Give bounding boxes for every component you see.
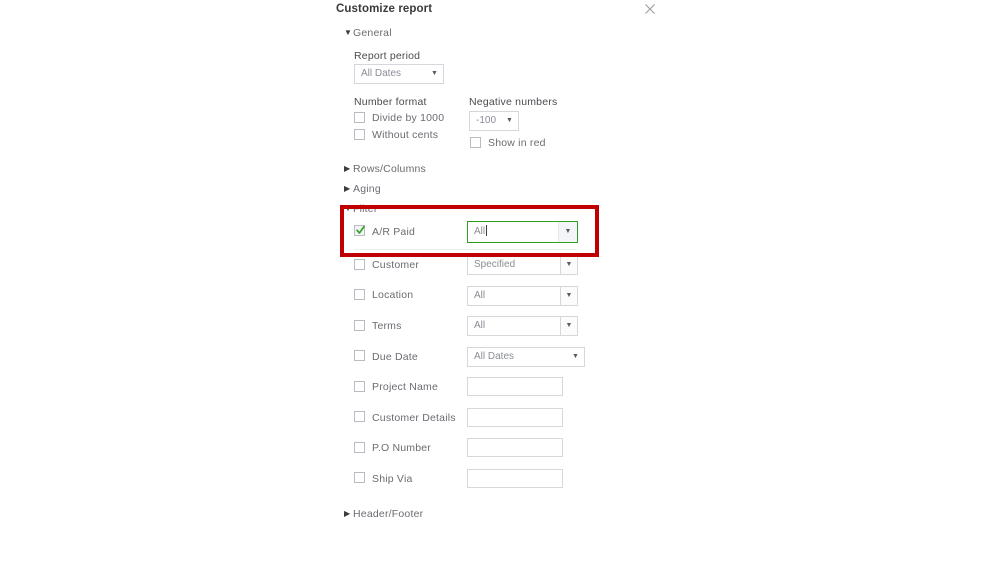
chevron-down-icon: ▼ [560,317,577,335]
chevron-right-icon: ▶ [344,184,353,193]
section-label-filter: Filter [353,203,378,215]
text-cursor [486,225,487,236]
chevron-down-icon[interactable]: ▼ [558,222,577,242]
filter-value-terms: All [474,317,485,335]
filter-checkbox-customer[interactable] [354,259,365,270]
negative-numbers-dropdown[interactable]: -100 ▼ [469,111,519,131]
chevron-right-icon: ▶ [344,164,353,173]
filter-label-terms: Terms [372,320,402,332]
check-icon [356,225,365,236]
filter-checkbox-customer-details[interactable] [354,411,365,422]
filter-dropdown-location[interactable]: All ▼ [467,286,578,306]
section-header-header-footer[interactable]: ▶Header/Footer [344,508,423,520]
negative-numbers-label: Negative numbers [469,96,557,108]
chevron-right-icon: ▶ [344,509,353,518]
filter-label-po-number: P.O Number [372,442,431,454]
filter-row-divider [354,249,577,250]
section-header-aging[interactable]: ▶Aging [344,183,381,195]
filter-label-customer-details: Customer Details [372,412,456,424]
filter-dropdown-due-date[interactable]: All Dates ▼ [467,347,585,367]
filter-input-po-number[interactable] [467,438,563,457]
chevron-down-icon: ▼ [560,256,577,274]
filter-label-customer: Customer [372,259,419,271]
filter-checkbox-terms[interactable] [354,320,365,331]
section-label-rows-columns: Rows/Columns [353,163,426,175]
filter-label-due-date: Due Date [372,351,418,363]
filter-label-location: Location [372,289,413,301]
without-cents-checkbox[interactable] [354,129,365,140]
negative-numbers-value: -100 [476,112,496,130]
filter-combo-ar-paid[interactable]: All ▼ [467,221,578,243]
filter-checkbox-ship-via[interactable] [354,472,365,483]
filter-input-ship-via[interactable] [467,469,563,488]
section-header-filter[interactable]: ▼Filter [344,203,378,215]
section-label-header-footer: Header/Footer [353,508,423,520]
chevron-down-icon: ▼ [426,65,443,83]
chevron-down-icon: ▼ [344,28,353,37]
show-in-red-checkbox[interactable] [470,137,481,148]
filter-dropdown-customer[interactable]: Specified ▼ [467,255,578,275]
customize-report-panel: Customize report ▼General Report period … [336,0,676,562]
report-period-label: Report period [354,50,420,62]
filter-checkbox-due-date[interactable] [354,350,365,361]
without-cents-label: Without cents [372,129,438,141]
filter-value-customer: Specified [474,256,515,274]
filter-value-location: All [474,287,485,305]
close-icon[interactable] [641,0,659,18]
section-label-general: General [353,27,392,39]
divide-by-1000-label: Divide by 1000 [372,112,444,124]
divide-by-1000-checkbox[interactable] [354,112,365,123]
filter-checkbox-po-number[interactable] [354,442,365,453]
filter-value-ar-paid: All [474,222,487,242]
filter-checkbox-ar-paid[interactable] [354,225,365,236]
filter-input-customer-details[interactable] [467,408,563,427]
chevron-down-icon: ▼ [501,112,518,130]
show-in-red-label: Show in red [488,137,546,149]
filter-checkbox-location[interactable] [354,289,365,300]
chevron-down-icon: ▼ [560,287,577,305]
filter-checkbox-project-name[interactable] [354,381,365,392]
filter-dropdown-terms[interactable]: All ▼ [467,316,578,336]
number-format-label: Number format [354,96,427,108]
section-header-rows-columns[interactable]: ▶Rows/Columns [344,163,426,175]
filter-value-due-date: All Dates [474,348,514,366]
filter-input-project-name[interactable] [467,377,563,396]
filter-label-project-name: Project Name [372,381,438,393]
chevron-down-icon: ▼ [344,204,353,213]
section-header-general[interactable]: ▼General [344,27,392,39]
report-period-dropdown[interactable]: All Dates ▼ [354,64,444,84]
filter-label-ship-via: Ship Via [372,473,413,485]
page-title: Customize report [336,3,432,15]
section-label-aging: Aging [353,183,381,195]
report-period-value: All Dates [361,65,401,83]
filter-label-ar-paid: A/R Paid [372,226,415,238]
chevron-down-icon: ▼ [567,348,584,366]
